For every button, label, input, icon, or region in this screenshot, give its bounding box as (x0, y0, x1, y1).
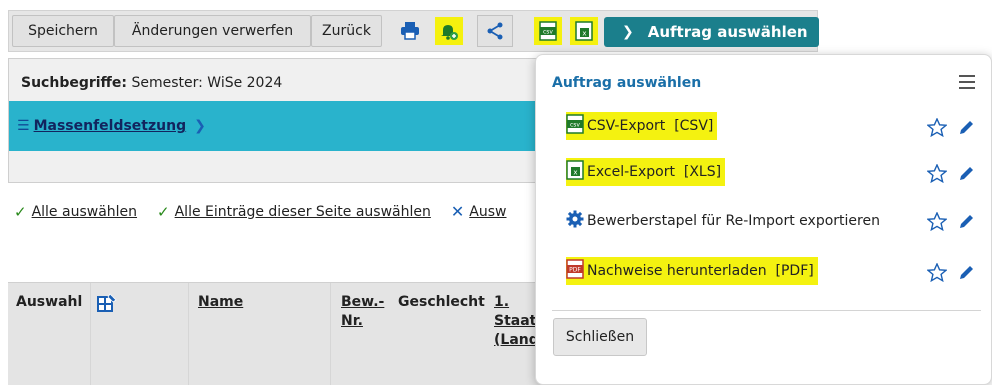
pencil-icon[interactable] (957, 213, 975, 235)
svg-text:csv: csv (570, 122, 580, 129)
share-icon[interactable] (477, 15, 513, 47)
popup-item-excel-export[interactable]: x Excel-Export [XLS] (566, 158, 726, 186)
select-order-label: Auftrag auswählen (647, 23, 808, 41)
chevron-right-icon: ❯ (622, 24, 634, 40)
popup-divider (552, 310, 981, 311)
column-header-geschlecht[interactable]: Geschlecht (398, 293, 485, 312)
pencil-icon[interactable] (957, 165, 975, 187)
svg-text:x: x (582, 30, 586, 38)
back-button[interactable]: Zurück (311, 15, 382, 47)
popup-item-label: CSV-Export [CSV] (587, 118, 714, 134)
pencil-icon[interactable] (957, 264, 975, 286)
select-all-link[interactable]: ✓ Alle auswählen (14, 202, 137, 221)
excel-icon: x (566, 160, 584, 184)
star-icon[interactable] (926, 211, 948, 235)
select-page-label: Alle Einträge dieser Seite auswählen (174, 203, 431, 220)
deselect-link[interactable]: ✕ Ausw (451, 202, 507, 221)
popup-title: Auftrag auswählen (552, 75, 702, 91)
popup-item-reimport-export[interactable]: Bewerberstapel für Re-Import exportieren (566, 207, 880, 235)
popup-item-csv-export[interactable]: csv CSV-Export [CSV] (566, 112, 718, 140)
star-icon[interactable] (926, 262, 948, 286)
select-all-label: Alle auswählen (31, 203, 138, 220)
popup-item-actions (926, 117, 975, 141)
bew-nr-line-2: Nr. (341, 313, 363, 329)
excel-icon[interactable]: x (570, 17, 598, 45)
save-button[interactable]: Speichern (12, 15, 114, 47)
column-divider (188, 283, 189, 385)
edit-columns-icon[interactable] (96, 293, 118, 317)
popup-item-actions (926, 211, 975, 235)
staat-line-3: (Land (494, 332, 539, 348)
deselect-label: Ausw (469, 203, 507, 220)
select-order-button[interactable]: ❯ Auftrag auswählen (604, 17, 819, 47)
list-icon: ☰ (17, 118, 30, 134)
selection-links: ✓ Alle auswählen ✓ Alle Einträge dieser … (14, 202, 527, 221)
column-header-staat[interactable]: 1. Staat (Land (494, 293, 539, 350)
column-divider (330, 283, 331, 385)
search-panel: Suchbegriffe: Semester: WiSe 2024 ☰ Mass… (8, 58, 568, 183)
check-icon: ✓ (157, 202, 170, 221)
table-header: Auswahl Name Bew.- Nr. Geschlecht 1. Sta… (8, 282, 568, 385)
star-icon[interactable] (926, 117, 948, 141)
close-button[interactable]: Schließen (553, 318, 647, 356)
mass-edit-link[interactable]: Massenfeldsetzung (34, 118, 187, 134)
csv-icon: csv (566, 114, 584, 138)
popup-item-actions (926, 163, 975, 187)
svg-text:csv: csv (543, 29, 553, 36)
search-terms-label: Suchbegriffe: (21, 75, 127, 91)
pencil-icon[interactable] (957, 119, 975, 141)
svg-text:PDF: PDF (569, 267, 581, 274)
search-terms-value: Semester: WiSe 2024 (131, 75, 283, 91)
mass-edit-bar: ☰ Massenfeldsetzung ❯ (9, 101, 567, 151)
star-icon[interactable] (926, 163, 948, 187)
staat-line-1: 1. (494, 294, 510, 310)
gear-icon (566, 210, 584, 232)
select-order-popup: Auftrag auswählen csv CSV-Export [CSV] x… (535, 54, 992, 385)
search-terms: Suchbegriffe: Semester: WiSe 2024 (21, 75, 282, 91)
bew-nr-line-1: Bew.- (341, 294, 385, 310)
toolbar: Speichern Änderungen verwerfen Zurück cs… (8, 10, 819, 52)
discard-changes-button[interactable]: Änderungen verwerfen (114, 15, 311, 47)
close-icon: ✕ (450, 202, 465, 221)
column-header-name[interactable]: Name (198, 293, 243, 312)
print-icon[interactable] (396, 17, 424, 45)
select-page-link[interactable]: ✓ Alle Einträge dieser Seite auswählen (157, 202, 431, 221)
popup-item-pdf-download[interactable]: PDF Nachweise herunterladen [PDF] (566, 257, 818, 285)
check-icon: ✓ (14, 202, 27, 221)
csv-icon[interactable]: csv (534, 17, 562, 45)
bell-add-icon[interactable] (435, 17, 463, 45)
popup-item-label: Bewerberstapel für Re-Import exportieren (587, 213, 880, 229)
popup-item-label: Excel-Export [XLS] (587, 164, 722, 180)
menu-icon[interactable] (959, 75, 975, 89)
chevron-right-icon: ❯ (194, 118, 206, 134)
svg-text:x: x (573, 169, 577, 177)
pdf-icon: PDF (566, 259, 584, 283)
column-divider (90, 283, 91, 385)
column-header-auswahl[interactable]: Auswahl (16, 293, 82, 312)
column-header-bew-nr[interactable]: Bew.- Nr. (341, 293, 384, 331)
popup-item-actions (926, 262, 975, 286)
popup-item-label: Nachweise herunterladen [PDF] (587, 263, 814, 279)
staat-line-2: Staat (494, 313, 537, 329)
